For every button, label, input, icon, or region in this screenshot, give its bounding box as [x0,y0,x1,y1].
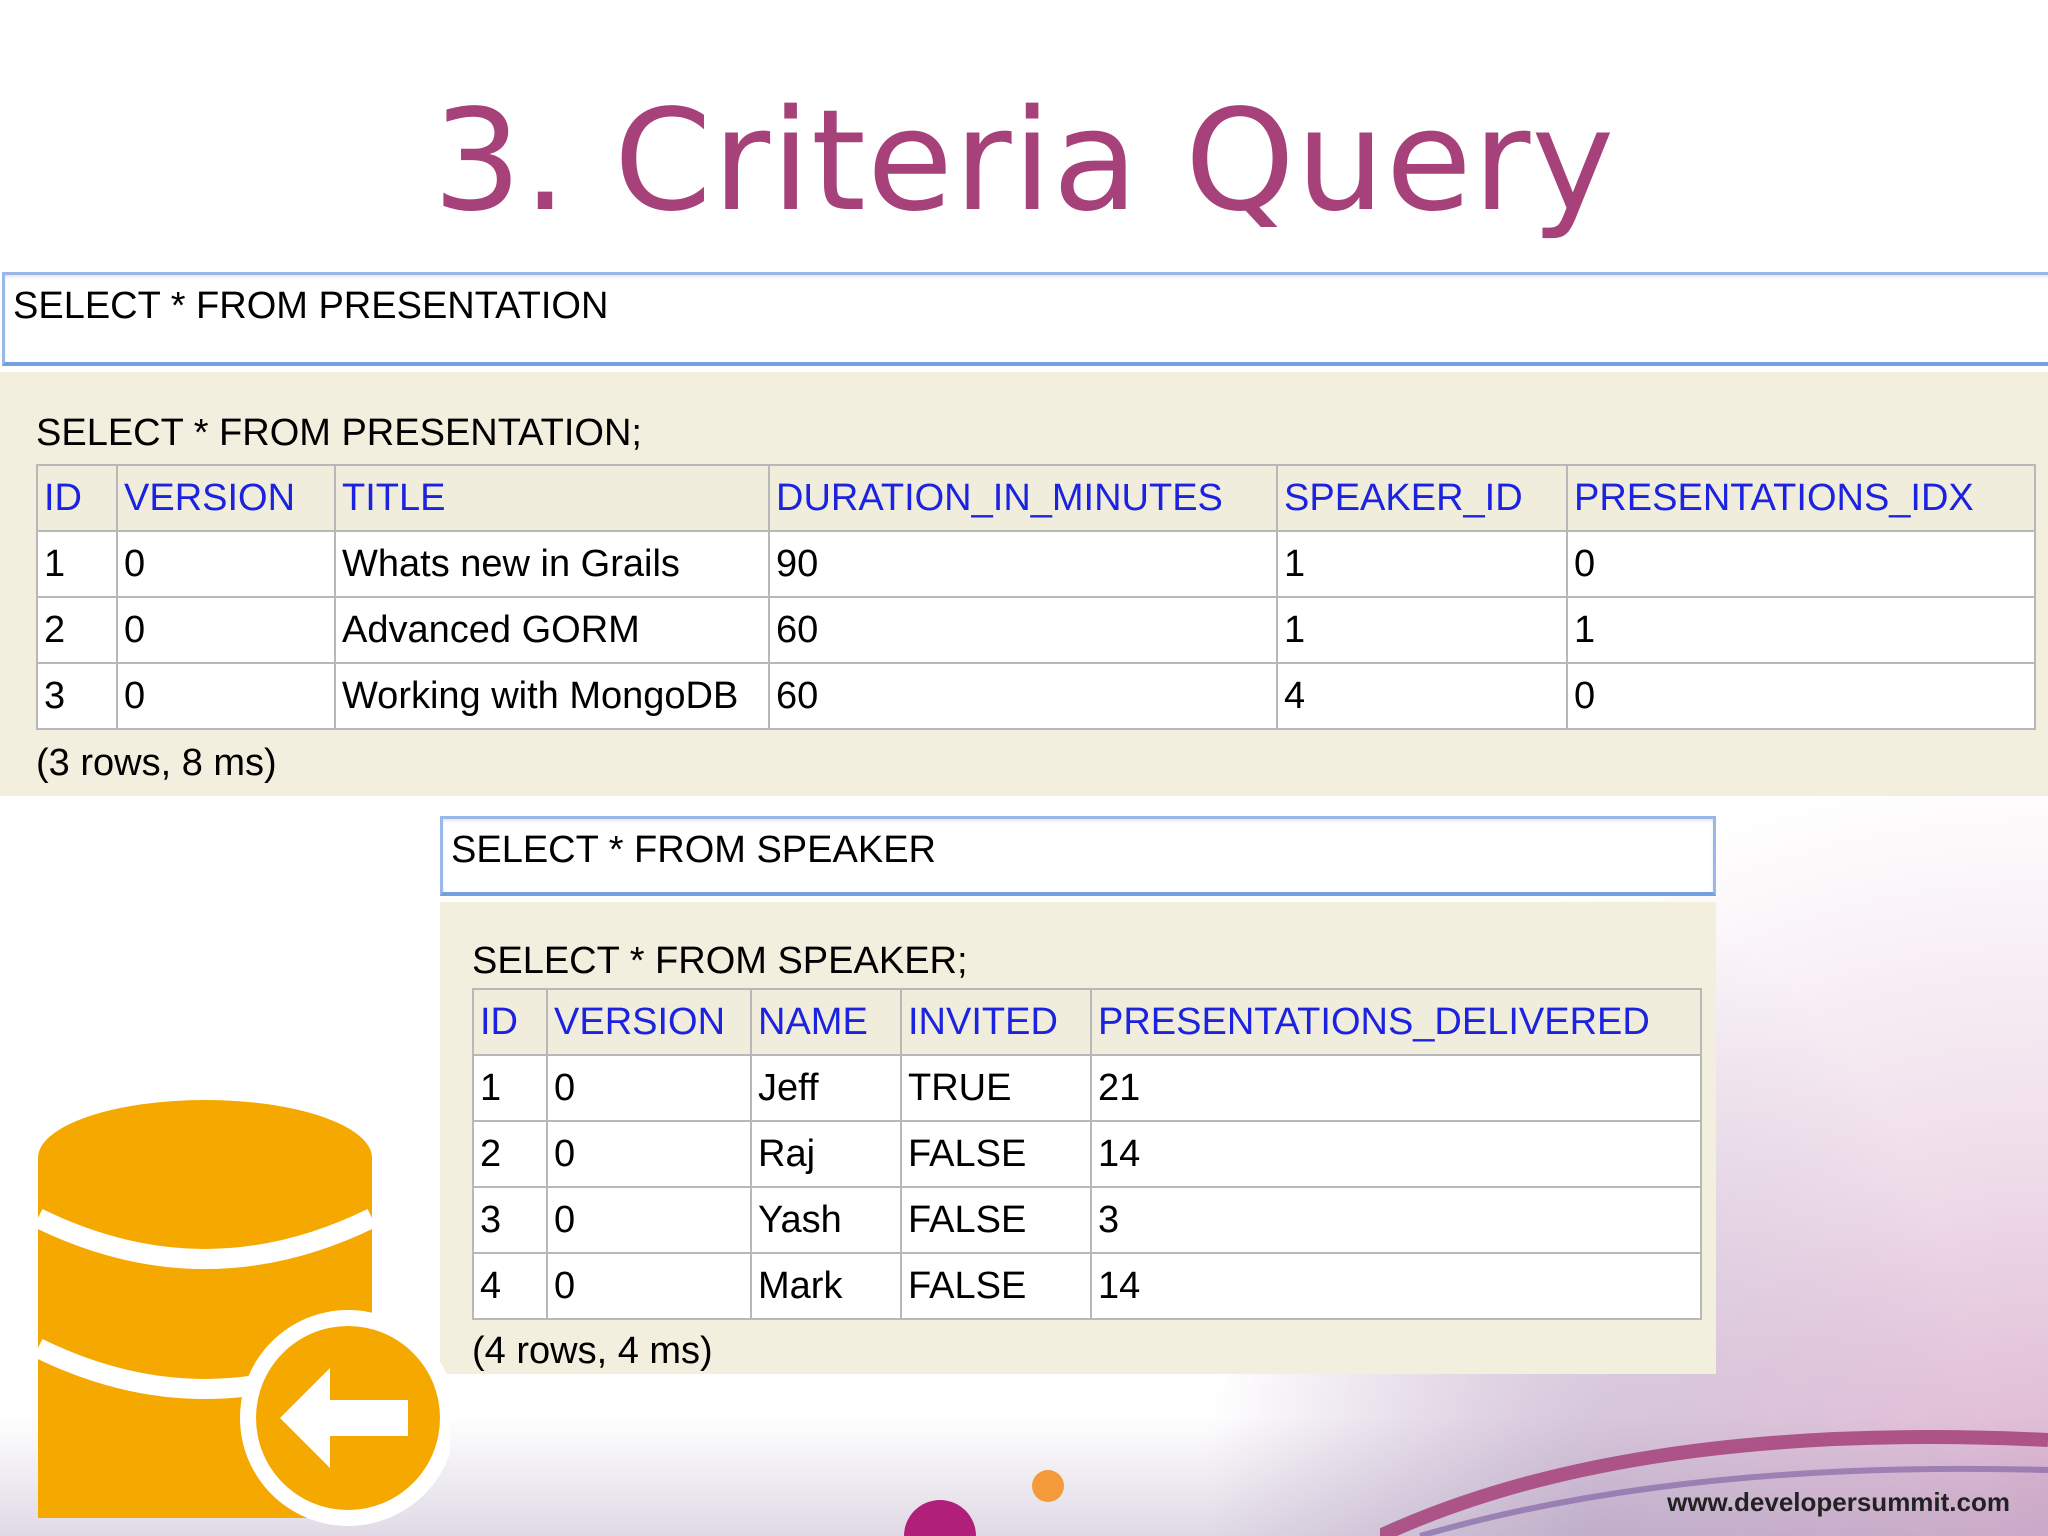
slide: 3. Criteria Query SELECT * FROM PRESENTA… [0,0,2048,1536]
cell-presentations-idx: 0 [1566,662,2036,730]
column-header-name[interactable]: NAME [750,988,902,1056]
table-row: 4 0 Mark FALSE 14 [472,1252,1702,1320]
cell-name: Mark [750,1252,902,1320]
presentation-row-count: (3 rows, 8 ms) [36,742,277,784]
cell-id: 4 [472,1252,548,1320]
presentation-query-input[interactable]: SELECT * FROM PRESENTATION [2,272,2048,366]
table-row: 2 0 Advanced GORM 60 1 1 [36,596,2036,664]
cell-presentations-idx: 1 [1566,596,2036,664]
table-row: 3 0 Working with MongoDB 60 4 0 [36,662,2036,730]
presentation-result-panel: SELECT * FROM PRESENTATION; ID VERSION T… [0,372,2048,796]
column-header-speaker-id[interactable]: SPEAKER_ID [1276,464,1568,532]
cell-invited: TRUE [900,1054,1092,1122]
cell-name: Jeff [750,1054,902,1122]
table-header-row: ID VERSION TITLE DURATION_IN_MINUTES SPE… [36,464,2036,532]
cell-version: 0 [546,1252,752,1320]
column-header-version[interactable]: VERSION [116,464,336,532]
table-row: 1 0 Jeff TRUE 21 [472,1054,1702,1122]
cell-name: Raj [750,1120,902,1188]
cell-id: 1 [472,1054,548,1122]
cell-presentations-idx: 0 [1566,530,2036,598]
column-header-presentations-delivered[interactable]: PRESENTATIONS_DELIVERED [1090,988,1702,1056]
cell-id: 1 [36,530,118,598]
column-header-version[interactable]: VERSION [546,988,752,1056]
presentation-sql-text: SELECT * FROM PRESENTATION; [36,412,642,454]
cell-duration: 60 [768,662,1278,730]
table-header-row: ID VERSION NAME INVITED PRESENTATIONS_DE… [472,988,1702,1056]
cell-id: 2 [36,596,118,664]
cell-invited: FALSE [900,1186,1092,1254]
cell-version: 0 [116,530,336,598]
cell-duration: 60 [768,596,1278,664]
cell-speaker-id: 4 [1276,662,1568,730]
table-row: 2 0 Raj FALSE 14 [472,1120,1702,1188]
cell-version: 0 [546,1054,752,1122]
column-header-title[interactable]: TITLE [334,464,770,532]
presentation-table: ID VERSION TITLE DURATION_IN_MINUTES SPE… [36,464,2036,730]
cell-presentations-delivered: 3 [1090,1186,1702,1254]
cell-title: Whats new in Grails [334,530,770,598]
speaker-row-count: (4 rows, 4 ms) [472,1330,713,1372]
table-row: 3 0 Yash FALSE 3 [472,1186,1702,1254]
cell-id: 2 [472,1120,548,1188]
speaker-result-panel: SELECT * FROM SPEAKER; ID VERSION NAME I… [440,902,1716,1374]
cell-presentations-delivered: 14 [1090,1120,1702,1188]
column-header-id[interactable]: ID [36,464,118,532]
cell-presentations-delivered: 14 [1090,1252,1702,1320]
speaker-query-input[interactable]: SELECT * FROM SPEAKER [440,816,1716,896]
cell-version: 0 [116,662,336,730]
cell-version: 0 [116,596,336,664]
column-header-invited[interactable]: INVITED [900,988,1092,1056]
speaker-sql-text: SELECT * FROM SPEAKER; [472,940,968,982]
cell-invited: FALSE [900,1120,1092,1188]
cell-speaker-id: 1 [1276,530,1568,598]
cell-duration: 90 [768,530,1278,598]
column-header-duration[interactable]: DURATION_IN_MINUTES [768,464,1278,532]
cell-speaker-id: 1 [1276,596,1568,664]
cell-invited: FALSE [900,1252,1092,1320]
slide-title: 3. Criteria Query [432,80,1616,243]
column-header-id[interactable]: ID [472,988,548,1056]
cell-version: 0 [546,1186,752,1254]
cell-id: 3 [472,1186,548,1254]
orange-dot-decoration [1032,1470,1064,1502]
cell-presentations-delivered: 21 [1090,1054,1702,1122]
cell-title: Advanced GORM [334,596,770,664]
table-row: 1 0 Whats new in Grails 90 1 0 [36,530,2036,598]
site-url[interactable]: www.developersummit.com [1667,1487,2010,1518]
magenta-dot-decoration [904,1500,976,1536]
cell-id: 3 [36,662,118,730]
database-arrow-left-icon [33,1100,450,1526]
cell-title: Working with MongoDB [334,662,770,730]
cell-version: 0 [546,1120,752,1188]
cell-name: Yash [750,1186,902,1254]
column-header-presentations-idx[interactable]: PRESENTATIONS_IDX [1566,464,2036,532]
speaker-table: ID VERSION NAME INVITED PRESENTATIONS_DE… [472,988,1702,1320]
